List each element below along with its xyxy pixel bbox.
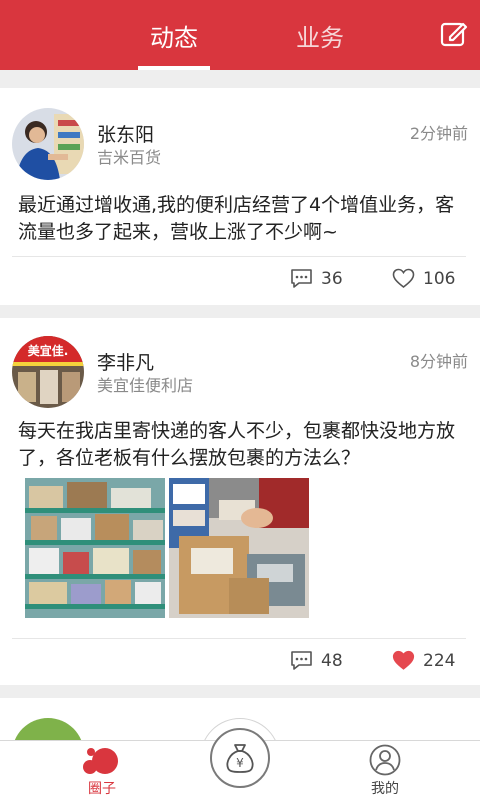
comment-count: 36 [321, 268, 343, 289]
avatar[interactable] [12, 718, 84, 740]
avatar[interactable] [12, 108, 84, 180]
heart-filled-icon [392, 650, 415, 670]
author-name[interactable]: 李非凡 [97, 348, 154, 375]
nav-mine[interactable]: 我的 [335, 741, 435, 800]
post-photo[interactable] [25, 478, 165, 618]
divider [12, 638, 466, 639]
circle-group-icon [83, 748, 118, 774]
tab-business[interactable]: 业务 [284, 0, 356, 70]
comment-count: 48 [321, 650, 343, 671]
post-content: 每天在我店里寄快递的客人不少，包裹都快没地方放了，各位老板有什么摆放包裹的方法么… [18, 420, 456, 469]
divider [12, 256, 466, 257]
post-photo[interactable] [169, 478, 309, 618]
heart-outline-icon [392, 268, 415, 289]
store-name: 美宜佳便利店 [97, 376, 194, 395]
svg-text:¥: ¥ [236, 756, 244, 770]
money-bag-icon: ¥ [226, 744, 254, 773]
avatar-store-sign: 美宜佳. [28, 343, 69, 358]
nav-circle[interactable]: 圈子 [52, 741, 152, 800]
nav-circle-label: 圈子 [88, 781, 116, 797]
comment-icon [291, 269, 312, 288]
post-time: 2分钟前 [409, 124, 468, 143]
edit-icon[interactable] [440, 20, 468, 48]
post-card[interactable]: 张东阳 吉米百货 2分钟前 最近通过增收通,我的便利店经营了4个增值业务，客流量… [0, 88, 480, 305]
avatar[interactable]: 美宜佳. [12, 336, 84, 408]
like-button[interactable]: 106 [392, 268, 455, 289]
center-money-button[interactable]: ¥ [210, 728, 270, 788]
comment-button[interactable]: 48 [290, 650, 343, 671]
nav-mine-label: 我的 [371, 781, 399, 797]
post-time: 8分钟前 [409, 352, 468, 371]
comment-icon [291, 651, 312, 670]
user-icon [369, 744, 401, 776]
top-bar: 动态 业务 [0, 0, 480, 70]
tab-dynamics-label: 动态 [150, 23, 198, 52]
comment-button[interactable]: 36 [290, 268, 343, 289]
like-count: 106 [423, 268, 456, 289]
tab-dynamics[interactable]: 动态 [138, 0, 210, 70]
author-name[interactable]: 张东阳 [97, 120, 154, 147]
post-content: 最近通过增收通,我的便利店经营了4个增值业务，客流量也多了起来，营收上涨了不少啊… [18, 194, 455, 243]
store-name: 吉米百货 [97, 148, 162, 167]
post-card[interactable]: 美宜佳. 李非凡 美宜佳便利店 8分钟前 每天在我店里寄快递的客人不少，包裹都快… [0, 318, 480, 685]
like-button[interactable]: 224 [392, 650, 455, 671]
tab-business-label: 业务 [296, 23, 344, 52]
feed-list[interactable]: 张东阳 吉米百货 2分钟前 最近通过增收通,我的便利店经营了4个增值业务，客流量… [0, 70, 480, 740]
like-count: 224 [423, 650, 456, 671]
